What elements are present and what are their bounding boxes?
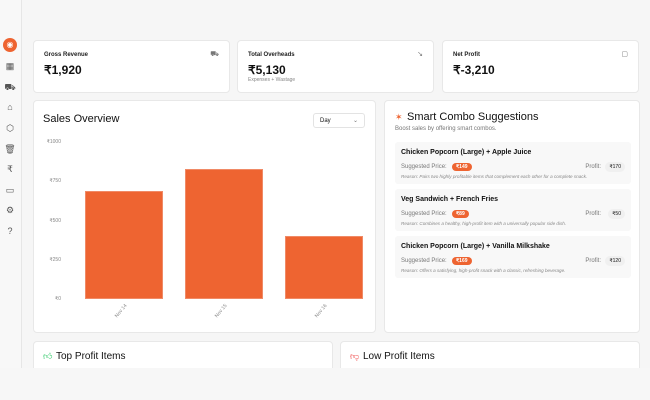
y-tick-label: ₹0 [55, 296, 61, 302]
kpi-value: ₹5,130 [248, 63, 286, 77]
logo[interactable]: ◉ [3, 38, 17, 52]
thumbs-down-icon: 👎︎ [350, 351, 360, 361]
settings-icon[interactable]: ⚙ [4, 204, 16, 216]
x-tick-label: Nov 16 [313, 303, 329, 319]
low-profit-card: 👎︎ Low Profit Items [340, 341, 640, 368]
period-select[interactable]: Day ⌄ [313, 113, 365, 128]
bar[interactable] [285, 236, 363, 299]
section-title: Sales Overview [43, 113, 120, 125]
combo-name: Veg Sandwich + French Fries [401, 196, 499, 203]
combo-name: Chicken Popcorn (Large) + Vanilla Milksh… [401, 243, 550, 250]
cart-icon[interactable]: ⛟ [4, 81, 16, 93]
rupee-icon[interactable]: ₹ [4, 163, 16, 175]
section-title: Smart Combo Suggestions [407, 111, 539, 123]
suggested-price-label: Suggested Price: [401, 164, 447, 170]
section-title: Top Profit Items [56, 351, 126, 362]
bar[interactable] [185, 168, 263, 299]
chevron-down-icon: ⌄ [352, 118, 358, 124]
receipt-icon: ▢ [621, 51, 628, 58]
profit-label: Profit: [585, 258, 601, 264]
kpi-total-overheads: Total Overheads ₹5,130 Expenses + Wastag… [237, 40, 434, 93]
smart-combo-card: ✶ Smart Combo Suggestions Boost sales by… [384, 100, 640, 333]
y-tick-label: ₹500 [49, 217, 61, 224]
profit-label: Profit: [585, 164, 601, 170]
suggested-price-badge: ₹89 [452, 210, 469, 218]
combo-reason: Reason: Pairs two highly profitable item… [401, 174, 588, 179]
kpi-label: Total Overheads [248, 52, 295, 58]
suggested-price-badge: ₹149 [452, 163, 472, 171]
combo-item[interactable]: Veg Sandwich + French Fries Suggested Pr… [395, 189, 631, 231]
x-tick-label: Nov 15 [213, 303, 229, 319]
combo-name: Chicken Popcorn (Large) + Apple Juice [401, 149, 532, 156]
dashboard-icon[interactable]: ▦ [4, 60, 16, 72]
trash-icon[interactable]: 🗑 [4, 143, 16, 155]
combo-item[interactable]: Chicken Popcorn (Large) + Vanilla Milksh… [395, 236, 631, 278]
bar[interactable] [85, 190, 163, 299]
trend-down-icon: ↘ [417, 51, 423, 58]
thumbs-up-icon: 👍︎ [43, 351, 53, 361]
cart-icon: ⛟ [210, 51, 219, 58]
kpi-sub: Expenses + Wastage [248, 77, 296, 83]
combo-item[interactable]: Chicken Popcorn (Large) + Apple Juice Su… [395, 142, 631, 184]
top-profit-card: 👍︎ Top Profit Items [33, 341, 333, 368]
suggested-price-label: Suggested Price: [401, 211, 447, 217]
y-tick-label: ₹750 [49, 178, 61, 185]
sales-overview-card: Sales Overview Day ⌄ ₹1000 ₹750 ₹500 ₹250 ₹0 N… [33, 100, 376, 333]
card-icon[interactable]: ▭ [4, 184, 16, 196]
period-value: Day [320, 118, 331, 124]
section-title: Low Profit Items [363, 351, 435, 362]
y-tick-label: ₹250 [49, 256, 61, 263]
kpi-value: ₹-3,210 [453, 63, 495, 77]
kpi-gross-revenue: Gross Revenue ₹1,920 ⛟ [33, 40, 230, 93]
kpi-net-profit: Net Profit ₹-3,210 ▢ [442, 40, 639, 93]
profit-badge: ₹170 [605, 162, 625, 172]
chef-hat-icon[interactable]: ⌂ [4, 101, 16, 113]
app: ◉ ▦ ⛟ ⌂ ⬡ 🗑 ₹ ▭ ⚙ ? Gross Revenue ₹1,920… [0, 0, 650, 368]
suggested-price-badge: ₹169 [452, 257, 472, 265]
box-icon[interactable]: ⬡ [4, 122, 16, 134]
kpi-label: Gross Revenue [44, 52, 89, 58]
help-icon[interactable]: ? [4, 225, 16, 237]
profit-badge: ₹120 [605, 256, 625, 266]
combo-reason: Reason: Offers a satisfying, high-profit… [401, 268, 566, 273]
x-tick-label: Nov 14 [113, 303, 129, 319]
y-tick-label: ₹1000 [46, 139, 61, 145]
profit-badge: ₹50 [608, 209, 625, 219]
sparkle-icon: ✶ [395, 112, 403, 122]
section-subtitle: Boost sales by offering smart combos. [395, 126, 497, 132]
profit-label: Profit: [585, 211, 601, 217]
sidebar: ◉ ▦ ⛟ ⌂ ⬡ 🗑 ₹ ▭ ⚙ ? [0, 0, 22, 368]
kpi-label: Net Profit [453, 52, 480, 58]
suggested-price-label: Suggested Price: [401, 258, 447, 264]
combo-reason: Reason: Combines a healthy, high-profit … [401, 221, 567, 226]
kpi-value: ₹1,920 [44, 63, 82, 77]
